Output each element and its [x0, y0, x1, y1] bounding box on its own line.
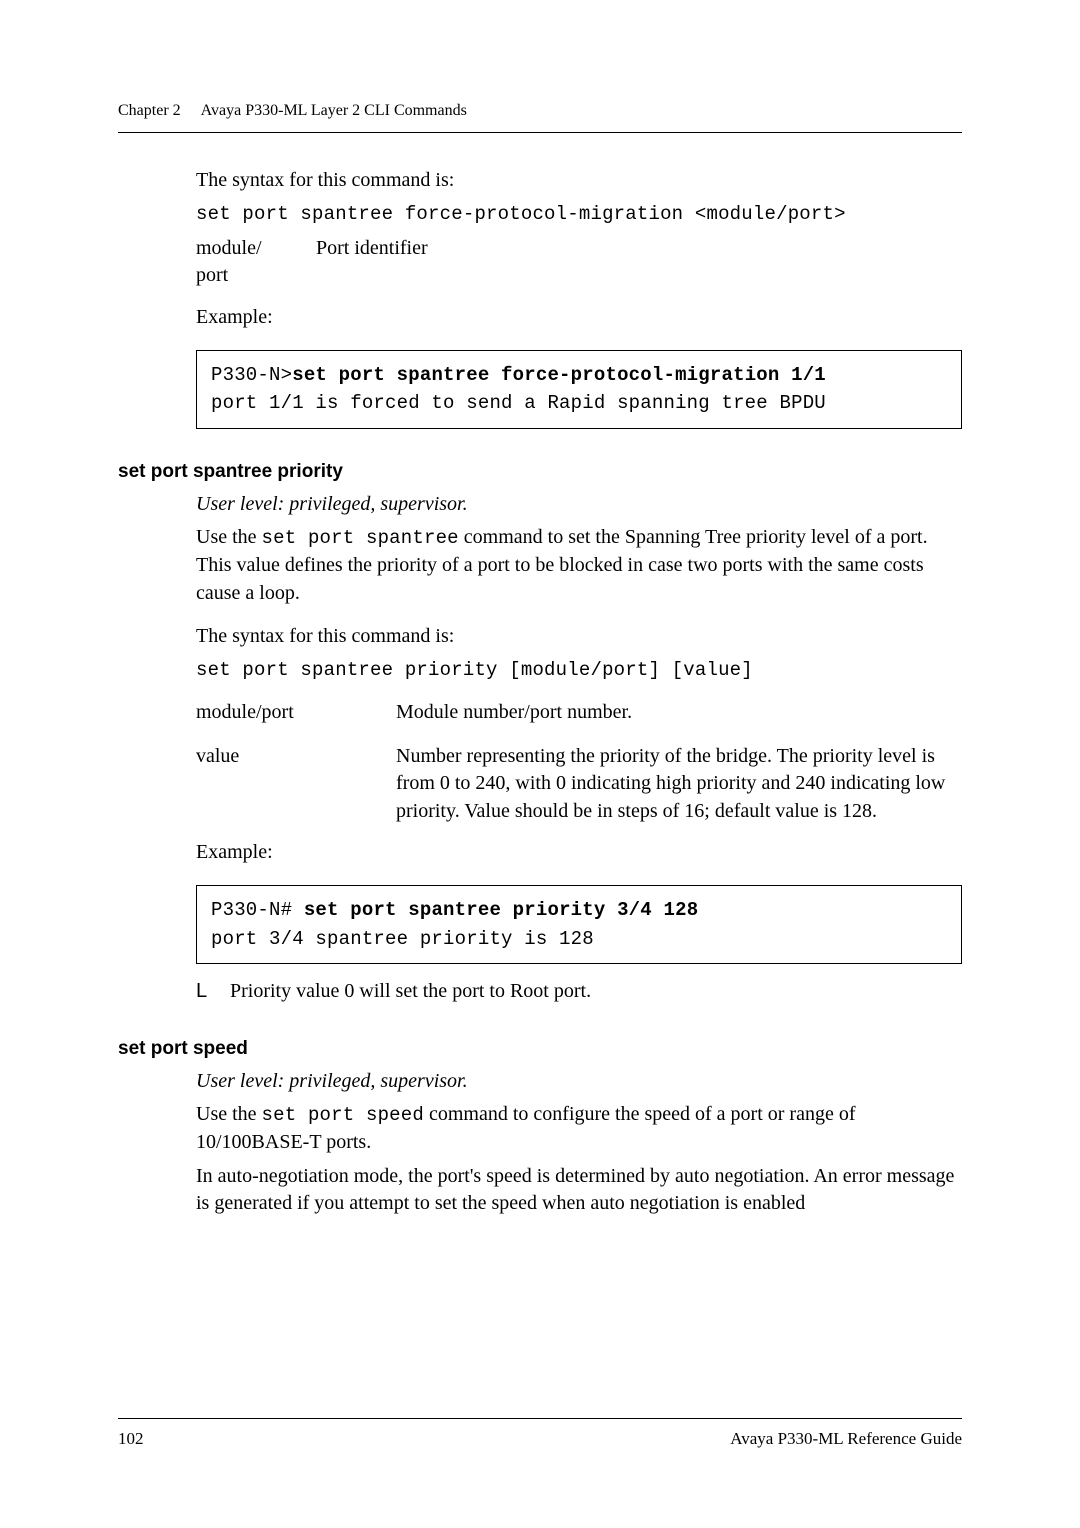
syntax-intro: The syntax for this command is:	[196, 623, 962, 651]
param-row: module/ port Port identifier	[196, 235, 962, 290]
description: Use the set port speed command to config…	[196, 1101, 962, 1156]
chapter-label: Chapter 2	[118, 102, 181, 119]
book-title: Avaya P330-ML Reference Guide	[730, 1427, 962, 1450]
param-key: module/ port	[196, 235, 316, 290]
user-level: User level: privileged, supervisor.	[196, 1068, 962, 1096]
param-value: Port identifier	[316, 235, 962, 263]
header-rule	[118, 132, 962, 133]
example-label: Example:	[196, 839, 962, 867]
syntax-line: set port spantree priority [module/port]…	[196, 657, 962, 683]
page-footer: 102 Avaya P330-ML Reference Guide	[118, 1418, 962, 1450]
param-table: module/ port Port identifier	[196, 235, 962, 290]
chapter-title: Avaya P330-ML Layer 2 CLI Commands	[201, 102, 467, 119]
section-heading: set port speed	[118, 1036, 962, 1062]
description-2: In auto-negotiation mode, the port's spe…	[196, 1163, 962, 1218]
param-table: module/port Module number/port number. v…	[196, 699, 962, 825]
section-heading: set port spantree priority	[118, 459, 962, 485]
param-key: module/port	[196, 699, 396, 727]
user-level: User level: privileged, supervisor.	[196, 491, 962, 519]
syntax-intro: The syntax for this command is:	[196, 167, 962, 195]
code-block: P330-N# set port spantree priority 3/4 1…	[196, 885, 962, 964]
syntax-line: set port spantree force-protocol-migrati…	[196, 201, 962, 227]
description: Use the set port spantree command to set…	[196, 524, 962, 607]
footer-rule	[118, 1418, 962, 1419]
page-number: 102	[118, 1427, 144, 1450]
param-row: value Number representing the priority o…	[196, 743, 962, 826]
param-row: module/port Module number/port number.	[196, 699, 962, 727]
code-block: P330-N>set port spantree force-protocol-…	[196, 350, 962, 429]
note-row: L Priority value 0 will set the port to …	[196, 978, 962, 1006]
info-icon: L	[196, 978, 230, 1006]
note-text: Priority value 0 will set the port to Ro…	[230, 978, 591, 1006]
running-head: Chapter 2 Avaya P330-ML Layer 2 CLI Comm…	[118, 100, 962, 122]
example-label: Example:	[196, 304, 962, 332]
param-value: Number representing the priority of the …	[396, 743, 962, 826]
param-value: Module number/port number.	[396, 699, 962, 727]
param-key: value	[196, 743, 396, 771]
